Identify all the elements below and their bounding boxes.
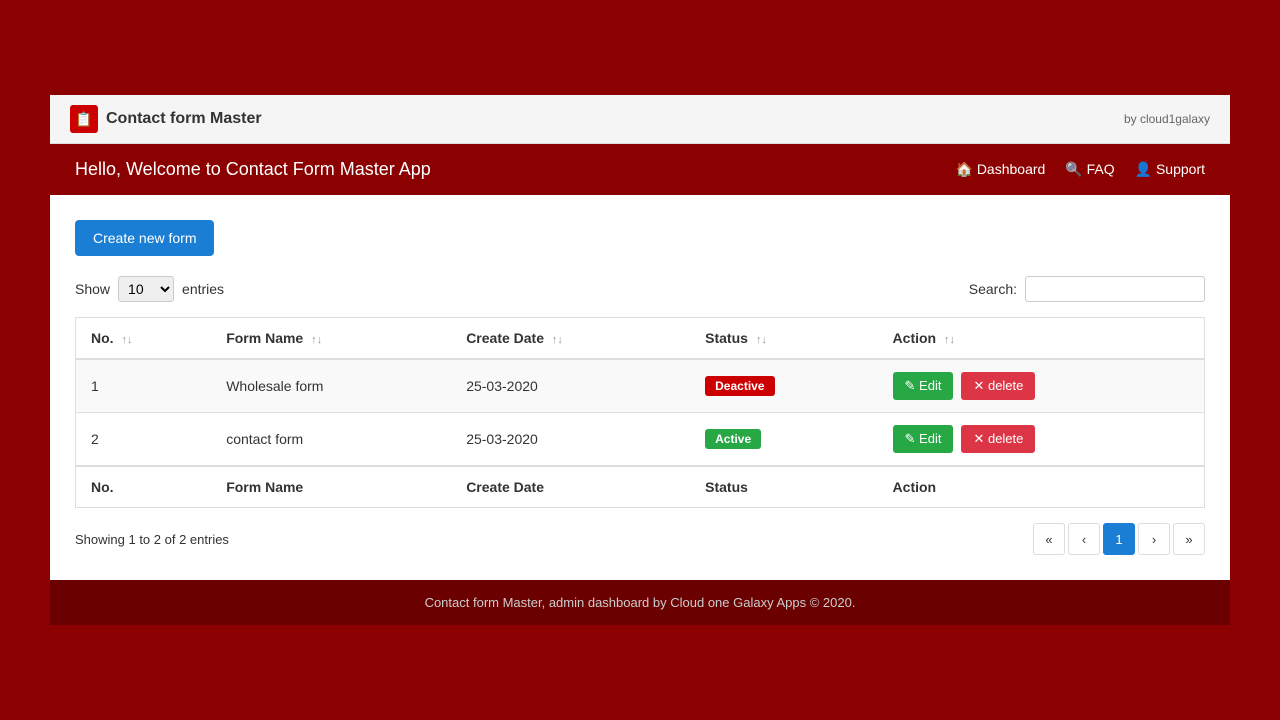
header-bar: 📋 Contact form Master by cloud1galaxy: [50, 95, 1230, 144]
sort-form-name-icon: ↑↓: [311, 334, 322, 346]
sort-no-icon: ↑↓: [121, 334, 132, 346]
table-footer: Showing 1 to 2 of 2 entries « ‹ 1 › »: [75, 523, 1205, 555]
create-new-form-button[interactable]: Create new form: [75, 220, 214, 256]
data-table: No. ↑↓ Form Name ↑↓ Create Date ↑↓ Statu…: [75, 317, 1205, 508]
col-status: Status ↑↓: [690, 318, 877, 360]
entries-select[interactable]: 10 25 50 100: [118, 276, 174, 302]
cell-no: 2: [76, 413, 212, 467]
footer-col-action: Action: [878, 466, 1205, 508]
logo-icon: 📋: [70, 105, 98, 133]
main-container: 📋 Contact form Master by cloud1galaxy He…: [50, 95, 1230, 625]
page-prev-button[interactable]: ‹: [1068, 523, 1100, 555]
col-no: No. ↑↓: [76, 318, 212, 360]
nav-links: 🏠 Dashboard 🔍 FAQ 👤 Support: [956, 161, 1206, 178]
page-first-button[interactable]: «: [1033, 523, 1065, 555]
footer-text: Contact form Master, admin dashboard by …: [425, 595, 856, 610]
edit-button[interactable]: ✎ Edit: [893, 372, 954, 400]
page-1-button[interactable]: 1: [1103, 523, 1135, 555]
cell-create-date: 25-03-2020: [451, 359, 690, 413]
action-buttons: ✎ Edit✕ delete: [893, 372, 1189, 400]
col-create-date: Create Date ↑↓: [451, 318, 690, 360]
cell-form-name: contact form: [211, 413, 451, 467]
showing-text: Showing 1 to 2 of 2 entries: [75, 532, 229, 547]
search-input[interactable]: [1025, 276, 1205, 302]
header-logo: 📋 Contact form Master: [70, 105, 262, 133]
nav-welcome: Hello, Welcome to Contact Form Master Ap…: [75, 159, 431, 180]
sort-create-date-icon: ↑↓: [552, 334, 563, 346]
cell-form-name: Wholesale form: [211, 359, 451, 413]
table-row: 1Wholesale form25-03-2020 Deactive ✎ Edit✕…: [76, 359, 1205, 413]
action-buttons: ✎ Edit✕ delete: [893, 425, 1189, 453]
header-title: Contact form Master: [106, 110, 262, 128]
content-area: Create new form Show 10 25 50 100 entrie…: [50, 195, 1230, 580]
cell-action: ✎ Edit✕ delete: [878, 359, 1205, 413]
table-header-row: No. ↑↓ Form Name ↑↓ Create Date ↑↓ Statu…: [76, 318, 1205, 360]
cell-status: Active: [690, 413, 877, 467]
cell-status: Deactive: [690, 359, 877, 413]
show-entries: Show 10 25 50 100 entries: [75, 276, 224, 302]
footer: Contact form Master, admin dashboard by …: [50, 580, 1230, 625]
edit-button[interactable]: ✎ Edit: [893, 425, 954, 453]
sort-action-icon: ↑↓: [944, 334, 955, 346]
status-badge: Deactive: [705, 376, 774, 396]
table-row: 2contact form25-03-2020 Active ✎ Edit✕ del…: [76, 413, 1205, 467]
status-badge: Active: [705, 429, 761, 449]
delete-button[interactable]: ✕ delete: [961, 425, 1035, 453]
nav-dashboard[interactable]: 🏠 Dashboard: [956, 161, 1046, 178]
cell-no: 1: [76, 359, 212, 413]
col-form-name: Form Name ↑↓: [211, 318, 451, 360]
table-controls: Show 10 25 50 100 entries Search:: [75, 276, 1205, 302]
pagination: « ‹ 1 › »: [1033, 523, 1205, 555]
sort-status-icon: ↑↓: [756, 334, 767, 346]
nav-faq[interactable]: 🔍 FAQ: [1065, 161, 1114, 178]
footer-col-no: No.: [76, 466, 212, 508]
entries-label: entries: [182, 281, 224, 297]
nav-bar: Hello, Welcome to Contact Form Master Ap…: [50, 144, 1230, 195]
footer-col-create-date: Create Date: [451, 466, 690, 508]
search-label: Search:: [969, 281, 1017, 297]
page-next-button[interactable]: ›: [1138, 523, 1170, 555]
page-last-button[interactable]: »: [1173, 523, 1205, 555]
cell-action: ✎ Edit✕ delete: [878, 413, 1205, 467]
cell-create-date: 25-03-2020: [451, 413, 690, 467]
col-action: Action ↑↓: [878, 318, 1205, 360]
footer-col-form-name: Form Name: [211, 466, 451, 508]
table-body: 1Wholesale form25-03-2020 Deactive ✎ Edit✕…: [76, 359, 1205, 466]
header-by-text: by cloud1galaxy: [1124, 112, 1210, 126]
table-footer-row: No. Form Name Create Date Status Action: [76, 466, 1205, 508]
delete-button[interactable]: ✕ delete: [961, 372, 1035, 400]
nav-support[interactable]: 👤 Support: [1135, 161, 1205, 178]
footer-col-status: Status: [690, 466, 877, 508]
show-label: Show: [75, 281, 110, 297]
search-area: Search:: [969, 276, 1205, 302]
